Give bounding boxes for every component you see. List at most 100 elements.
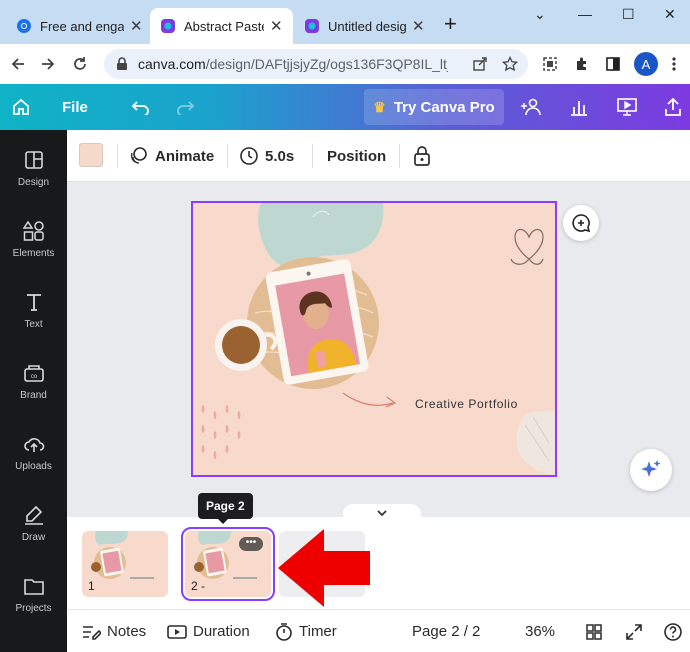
projects-icon [23,573,45,599]
page-number: 2 - [191,579,206,593]
try-canva-pro-button[interactable]: ♛ Try Canva Pro [364,89,504,125]
timer-button[interactable]: Timer [275,610,337,652]
canva-tab-icon [305,19,319,33]
magic-assistant-button[interactable] [630,449,672,491]
canva-tab-icon [161,19,175,33]
duration-footer-label: Duration [193,623,250,640]
grid-view-button[interactable] [585,610,609,652]
sidebar-item-projects[interactable]: Projects [0,573,67,633]
notes-label: Notes [107,623,147,640]
zoom-level[interactable]: 36% [525,610,555,652]
toolbar-divider [117,144,118,168]
lock-button[interactable] [413,130,437,182]
canva-editor-header: File ♛ Try Canva Pro [0,84,690,130]
home-icon [13,98,29,115]
fullscreen-button[interactable] [625,610,649,652]
animate-icon [130,147,147,164]
uploads-icon [23,431,45,457]
slide-caption-text[interactable]: Creative Portfolio [415,397,518,411]
browser-tab-strip: Free and engaging ✕ Abstract Pastel ✕ Un… [0,0,690,44]
back-arrow-icon [11,58,24,70]
bar-chart-icon [571,101,587,116]
insights-button[interactable] [566,84,592,130]
share-upload-button[interactable] [660,84,686,130]
browser-tab-1[interactable]: Free and engaging ✕ [6,8,153,44]
sidebar-item-elements[interactable]: Elements [0,218,67,278]
timer-label: Timer [299,623,337,640]
url-text: canva.com/design/DAFtjjsjyZg/ogs136F3QP8… [138,56,448,72]
profile-avatar[interactable]: A [634,52,658,76]
tab-close-icon[interactable]: ✕ [412,17,425,35]
duration-footer-button[interactable]: Duration [167,610,250,652]
background-color-swatch[interactable] [79,143,103,167]
sidebar-item-label: Uploads [15,461,52,472]
position-button[interactable]: Position [327,130,386,182]
page-thumbnail-2[interactable]: ••• 2 - [181,527,275,601]
toolbar-divider [399,144,400,168]
minimize-button[interactable]: — [578,6,592,22]
animate-button[interactable]: Animate [129,130,214,182]
page-tooltip: Page 2 [198,493,253,524]
undo-icon [131,101,149,115]
notes-button[interactable]: Notes [81,610,146,652]
sidebar-item-label: Projects [15,603,52,614]
browser-tab-3[interactable]: Untitled design ✕ [294,8,435,44]
slide-artwork [201,203,555,475]
back-button[interactable] [6,52,30,76]
editor-footer: Notes Duration Timer Page 2 / 2 36% [67,609,690,652]
reload-button[interactable] [68,52,92,76]
undo-button[interactable] [128,84,154,130]
screenshot-extension-icon[interactable] [540,54,560,74]
try-canva-pro-label: Try Canva Pro [393,98,495,116]
redo-button[interactable] [172,84,198,130]
extensions-puzzle-icon[interactable] [572,54,592,74]
share-people-button[interactable] [518,84,548,130]
close-window-button[interactable]: ✕ [664,6,676,23]
toolbar-divider [227,144,228,168]
clock-icon [240,147,258,165]
browser-tab-2[interactable]: Abstract Pastel ✕ [150,8,293,44]
brand-icon: co [23,360,45,386]
maximize-button[interactable]: ☐ [622,6,635,23]
address-bar[interactable]: canva.com/design/DAFtjjsjyZg/ogs136F3QP8… [104,49,528,79]
browser-menu-icon[interactable] [664,54,684,74]
upload-icon [665,97,681,116]
address-bar-row: canva.com/design/DAFtjjsjyZg/ogs136F3QP8… [0,44,690,84]
tab-close-icon[interactable]: ✕ [130,17,143,35]
comment-add-icon [572,214,591,233]
elements-icon [22,218,45,244]
share-page-icon[interactable] [472,56,488,72]
bookmark-star-icon[interactable] [502,56,518,72]
page-indicator[interactable]: Page 2 / 2 [412,610,480,652]
duration-button[interactable]: 5.0s [239,130,294,182]
side-panel-icon[interactable] [603,54,623,74]
design-icon [24,147,44,173]
reload-icon [74,57,86,70]
new-tab-button[interactable]: + [444,13,457,35]
help-icon [664,622,682,641]
lock-icon [117,57,127,70]
home-button[interactable] [6,84,36,130]
sidebar-item-text[interactable]: Text [0,289,67,349]
page-thumbnail-1[interactable]: 1 [82,531,168,597]
draw-icon [23,502,45,528]
tab-search-icon[interactable]: ⌄ [534,6,546,23]
help-button[interactable] [663,610,689,652]
sidebar-item-uploads[interactable]: Uploads [0,431,67,491]
file-menu-button[interactable]: File [62,84,88,130]
text-icon [24,289,44,315]
sidebar-item-label: Draw [21,532,46,543]
tab-close-icon[interactable]: ✕ [270,17,283,35]
forward-button[interactable] [36,52,60,76]
context-toolbar: Animate 5.0s Position [67,130,690,182]
present-button[interactable] [614,84,640,130]
page-number: 1 [88,579,95,593]
add-comment-button[interactable] [563,205,599,241]
design-slide[interactable]: Creative Portfolio [191,201,557,477]
sidebar-item-draw[interactable]: Draw [0,502,67,562]
tab-title: Untitled design [328,18,406,34]
sidebar-item-design[interactable]: Design [0,147,67,207]
sidebar-item-brand[interactable]: co Brand [0,360,67,420]
page-options-button[interactable]: ••• [239,537,263,551]
chevron-down-icon [377,510,387,517]
